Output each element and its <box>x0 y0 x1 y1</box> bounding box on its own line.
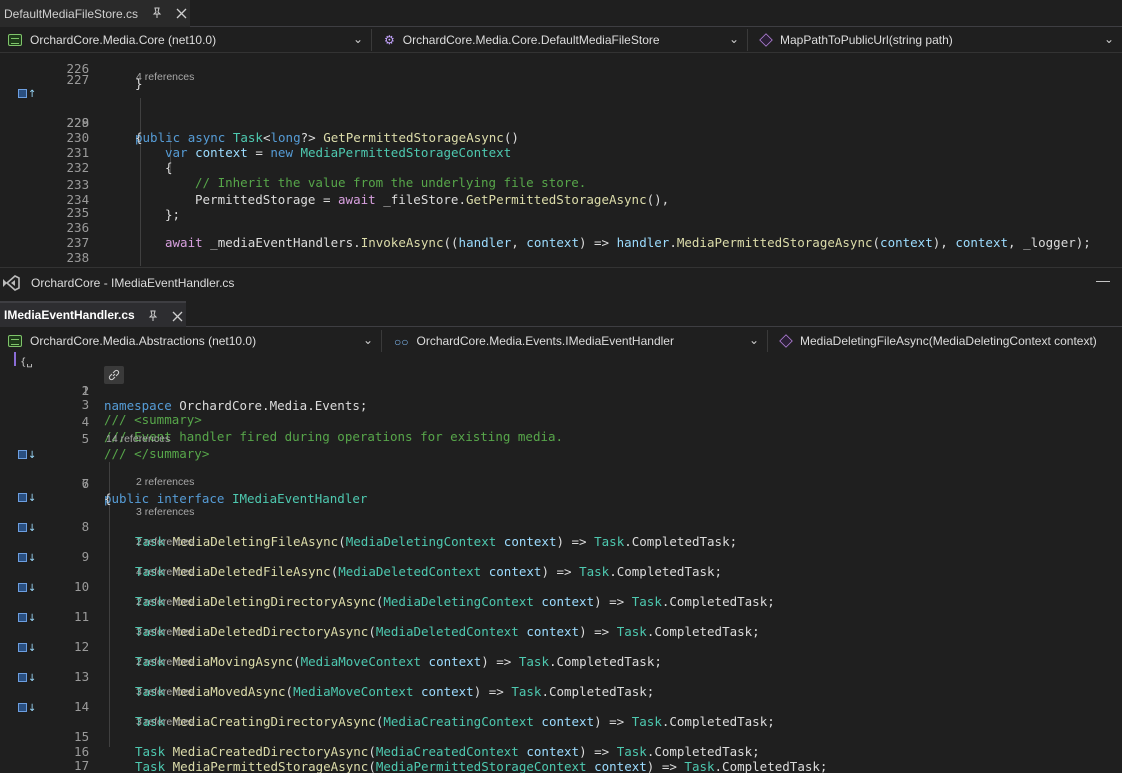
visual-studio-logo-icon <box>2 275 20 291</box>
top-navigation-bar: OrchardCore.Media.Core (net10.0) ⌄ ⚙ Orc… <box>0 27 1122 53</box>
bottom-code-editor[interactable]: {␣ 1 namespace OrchardCore.Media.Events;… <box>0 352 1122 773</box>
chevron-down-icon: ⌄ <box>748 333 759 347</box>
code-line: ↓ 10 Task MediaDeletingDirectoryAsync(Me… <box>0 549 1122 609</box>
code-line: ↓ 6 public interface IMediaEventHandler <box>0 446 1122 506</box>
code-line: ↓ 13 Task MediaMovedAsync(MediaMoveConte… <box>0 639 1122 699</box>
member-dropdown[interactable]: MapPathToPublicUrl(string path) ⌄ <box>752 29 1122 51</box>
code-line: 235 <box>0 190 1122 220</box>
code-line: 17 } <box>0 743 1122 773</box>
code-line: {␣ 1 namespace OrchardCore.Media.Events; <box>20 357 368 413</box>
chevron-down-icon: ⌄ <box>362 333 373 347</box>
code-line: 231 { <box>0 130 1122 175</box>
floating-window-titlebar[interactable]: OrchardCore - IMediaEventHandler.cs — <box>0 267 1122 297</box>
code-line: 2 <box>0 366 1122 398</box>
code-line: ↑ 228 public async Task<long?> GetPermit… <box>0 85 1122 145</box>
code-line: 233 PermittedStorage = await _fileStore.… <box>0 162 1122 207</box>
implementations-glyph-icon[interactable]: ↓ <box>18 491 36 506</box>
code-line: 16 Task MediaPermittedStorageAsync(Media… <box>0 729 1122 773</box>
code-line: 7 { <box>0 461 1122 506</box>
project-dropdown-label: OrchardCore.Media.Core (net10.0) <box>30 33 217 47</box>
line-number: 5 <box>81 431 90 446</box>
class-dropdown[interactable]: ⚙ OrchardCore.Media.Core.DefaultMediaFil… <box>376 29 748 51</box>
code-line: ↓ 12 Task MediaMovingAsync(MediaMoveCont… <box>0 609 1122 669</box>
code-line: 5 /// </summary> <box>0 416 1122 461</box>
code-lens-references[interactable]: 3 references <box>136 686 194 699</box>
code-line: ↓ 9 Task MediaDeletedFileAsync(MediaDele… <box>0 519 1122 579</box>
code-line: 230 var context = new MediaPermittedStor… <box>0 115 1122 160</box>
bottom-tab-bar: IMediaEventHandler.cs <box>0 300 1122 327</box>
code-line: ↓ 8 Task MediaDeletingFileAsync(MediaDel… <box>0 489 1122 549</box>
code-line: 229 { <box>0 100 1122 145</box>
code-line: ↓ 11 Task MediaDeletedDirectoryAsync(Med… <box>0 579 1122 639</box>
code-line: ↓ 15 Task MediaCreatedDirectoryAsync(Med… <box>0 699 1122 759</box>
code-line: 238 return context.PermittedStorage; <box>0 235 1122 266</box>
code-lens-references[interactable]: 2 references <box>136 596 194 609</box>
pin-icon[interactable] <box>146 309 160 323</box>
method-icon <box>759 33 773 47</box>
class-dropdown[interactable]: ○○ OrchardCore.Media.Events.IMediaEventH… <box>386 330 768 352</box>
tab-default-media-file-store[interactable]: DefaultMediaFileStore.cs <box>0 0 190 27</box>
member-dropdown-label: MediaDeletingFileAsync(MediaDeletingCont… <box>800 334 1097 348</box>
implementations-glyph-icon[interactable]: ↓ <box>18 611 36 626</box>
code-lens-references[interactable]: 3 references <box>136 506 194 519</box>
code-line: 18 <box>0 757 1122 773</box>
member-dropdown-label: MapPathToPublicUrl(string path) <box>780 33 953 47</box>
code-line: 236 await _mediaEventHandlers.InvokeAsyn… <box>0 205 1122 250</box>
tab-label: IMediaEventHandler.cs <box>4 308 135 322</box>
implementations-glyph-icon[interactable]: ↓ <box>18 521 36 536</box>
code-lens-references[interactable]: 2 references <box>136 536 194 549</box>
implementations-glyph-icon[interactable]: ↓ <box>18 551 36 566</box>
code-line: ↓ 14 Task MediaCreatingDirectoryAsync(Me… <box>0 669 1122 729</box>
method-icon <box>779 334 793 348</box>
code-line: 227 <box>0 57 1122 87</box>
csharp-project-icon <box>8 34 22 46</box>
top-tab-bar: DefaultMediaFileStore.cs <box>0 0 1122 27</box>
implementations-glyph-icon[interactable]: ↓ <box>18 701 36 716</box>
code-lens-references[interactable]: 14 references <box>106 433 170 446</box>
code-line: 237 <box>0 220 1122 250</box>
project-dropdown[interactable]: OrchardCore.Media.Abstractions (net10.0)… <box>0 330 382 352</box>
code-lens-references[interactable]: 3 references <box>136 716 194 729</box>
close-icon[interactable] <box>174 6 188 20</box>
interface-icon: ○○ <box>394 335 409 349</box>
code-line: 3 /// <summary> <box>0 382 1122 427</box>
minimize-button[interactable]: — <box>1096 272 1110 288</box>
code-lens-references[interactable]: 4 references <box>136 566 194 579</box>
pin-icon[interactable] <box>150 6 164 20</box>
tab-label: DefaultMediaFileStore.cs <box>4 6 139 21</box>
class-dropdown-label: OrchardCore.Media.Core.DefaultMediaFileS… <box>402 33 660 47</box>
csharp-project-icon <box>8 335 22 347</box>
line-number: 239 <box>30 265 90 266</box>
code-line: 4 /// Event handler fired during operati… <box>0 399 1122 444</box>
tab-imedia-event-handler[interactable]: IMediaEventHandler.cs <box>0 301 186 327</box>
bottom-navigation-bar: OrchardCore.Media.Abstractions (net10.0)… <box>0 328 1122 354</box>
class-dropdown-label: OrchardCore.Media.Events.IMediaEventHand… <box>416 334 674 348</box>
close-icon[interactable] <box>170 309 184 323</box>
project-dropdown[interactable]: OrchardCore.Media.Core (net10.0) ⌄ <box>0 29 372 51</box>
code-lens-references[interactable]: 2 references <box>136 476 194 489</box>
class-icon: ⚙ <box>384 33 395 47</box>
chevron-down-icon: ⌄ <box>352 32 363 46</box>
project-dropdown-label: OrchardCore.Media.Abstractions (net10.0) <box>30 334 257 348</box>
code-line: 232 // Inherit the value from the underl… <box>0 145 1122 190</box>
code-lens-references[interactable]: 3 references <box>136 626 194 639</box>
implementations-glyph-icon[interactable]: ↓ <box>18 671 36 686</box>
code-lens-references[interactable]: 2 references <box>136 656 194 669</box>
member-dropdown[interactable]: MediaDeletingFileAsync(MediaDeletingCont… <box>772 330 1122 352</box>
chevron-down-icon: ⌄ <box>1103 32 1114 46</box>
implementations-glyph-icon[interactable]: ↓ <box>18 641 36 656</box>
implementations-glyph-icon[interactable]: ↓ <box>18 581 36 596</box>
window-title: OrchardCore - IMediaEventHandler.cs <box>31 276 235 290</box>
chevron-down-icon: ⌄ <box>728 32 739 46</box>
top-code-editor[interactable]: 226 } 227 4 references ↑ 228 public asyn… <box>0 53 1122 266</box>
code-line: 239 } <box>0 250 1122 266</box>
code-lens-references[interactable]: 4 references <box>136 71 194 84</box>
